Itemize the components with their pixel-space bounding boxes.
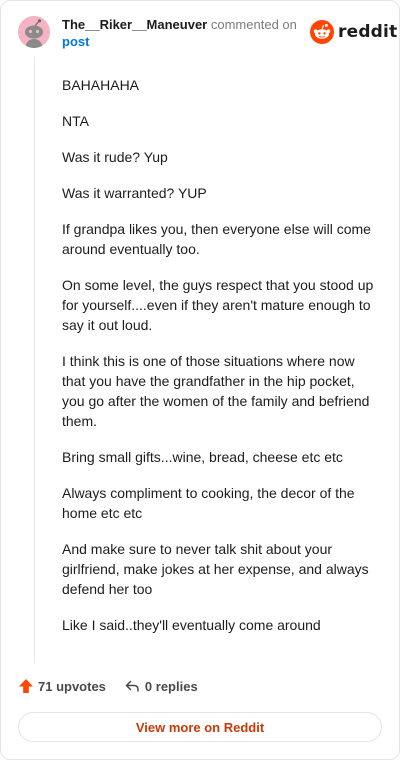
comment-paragraph: Always compliment to cooking, the decor …: [62, 485, 355, 521]
comment-paragraph: Was it warranted? YUP: [62, 185, 207, 201]
comment-paragraph: On some level, the guys respect that you…: [62, 277, 374, 333]
comment-paragraph: NTA: [62, 113, 89, 129]
reply-arrow-icon: [125, 680, 139, 692]
replies-button[interactable]: 0 replies: [124, 678, 198, 694]
comment-paragraph: If grandpa likes you, then everyone else…: [62, 221, 371, 257]
username-link[interactable]: The__Riker__Maneuver: [62, 17, 207, 32]
comment-card: The__Riker__Maneuver commented on post r…: [0, 0, 400, 760]
comment-body: BAHAHAHA NTA Was it rude? Yup Was it war…: [62, 75, 380, 651]
reply-count: 0 replies: [144, 678, 198, 694]
reddit-logo[interactable]: reddit: [310, 20, 397, 44]
reddit-wordmark: reddit: [338, 22, 398, 42]
view-more-on-reddit-button[interactable]: View more on Reddit: [18, 712, 382, 742]
comment-paragraph: I think this is one of those situations …: [62, 353, 370, 429]
post-link[interactable]: post: [62, 33, 297, 50]
comment-paragraph: BAHAHAHA: [62, 77, 140, 93]
comment-header: The__Riker__Maneuver commented on post: [62, 16, 297, 50]
user-avatar-icon[interactable]: [18, 16, 50, 48]
reddit-logo-icon: [310, 20, 334, 44]
upvote-count: 71 upvotes: [38, 678, 106, 694]
upvote-button[interactable]: 71 upvotes: [18, 678, 106, 694]
thread-line[interactable]: [34, 57, 35, 663]
comment-paragraph: Bring small gifts...wine, bread, cheese …: [62, 449, 343, 465]
comment-paragraph: And make sure to never talk shit about y…: [62, 541, 369, 597]
upvote-arrow-icon: [19, 679, 33, 693]
comment-paragraph: Like I said..they'll eventually come aro…: [62, 617, 321, 633]
comment-actions: 71 upvotes 0 replies: [18, 678, 198, 694]
commented-on-text: commented on: [210, 17, 297, 32]
comment-paragraph: Was it rude? Yup: [62, 149, 168, 165]
